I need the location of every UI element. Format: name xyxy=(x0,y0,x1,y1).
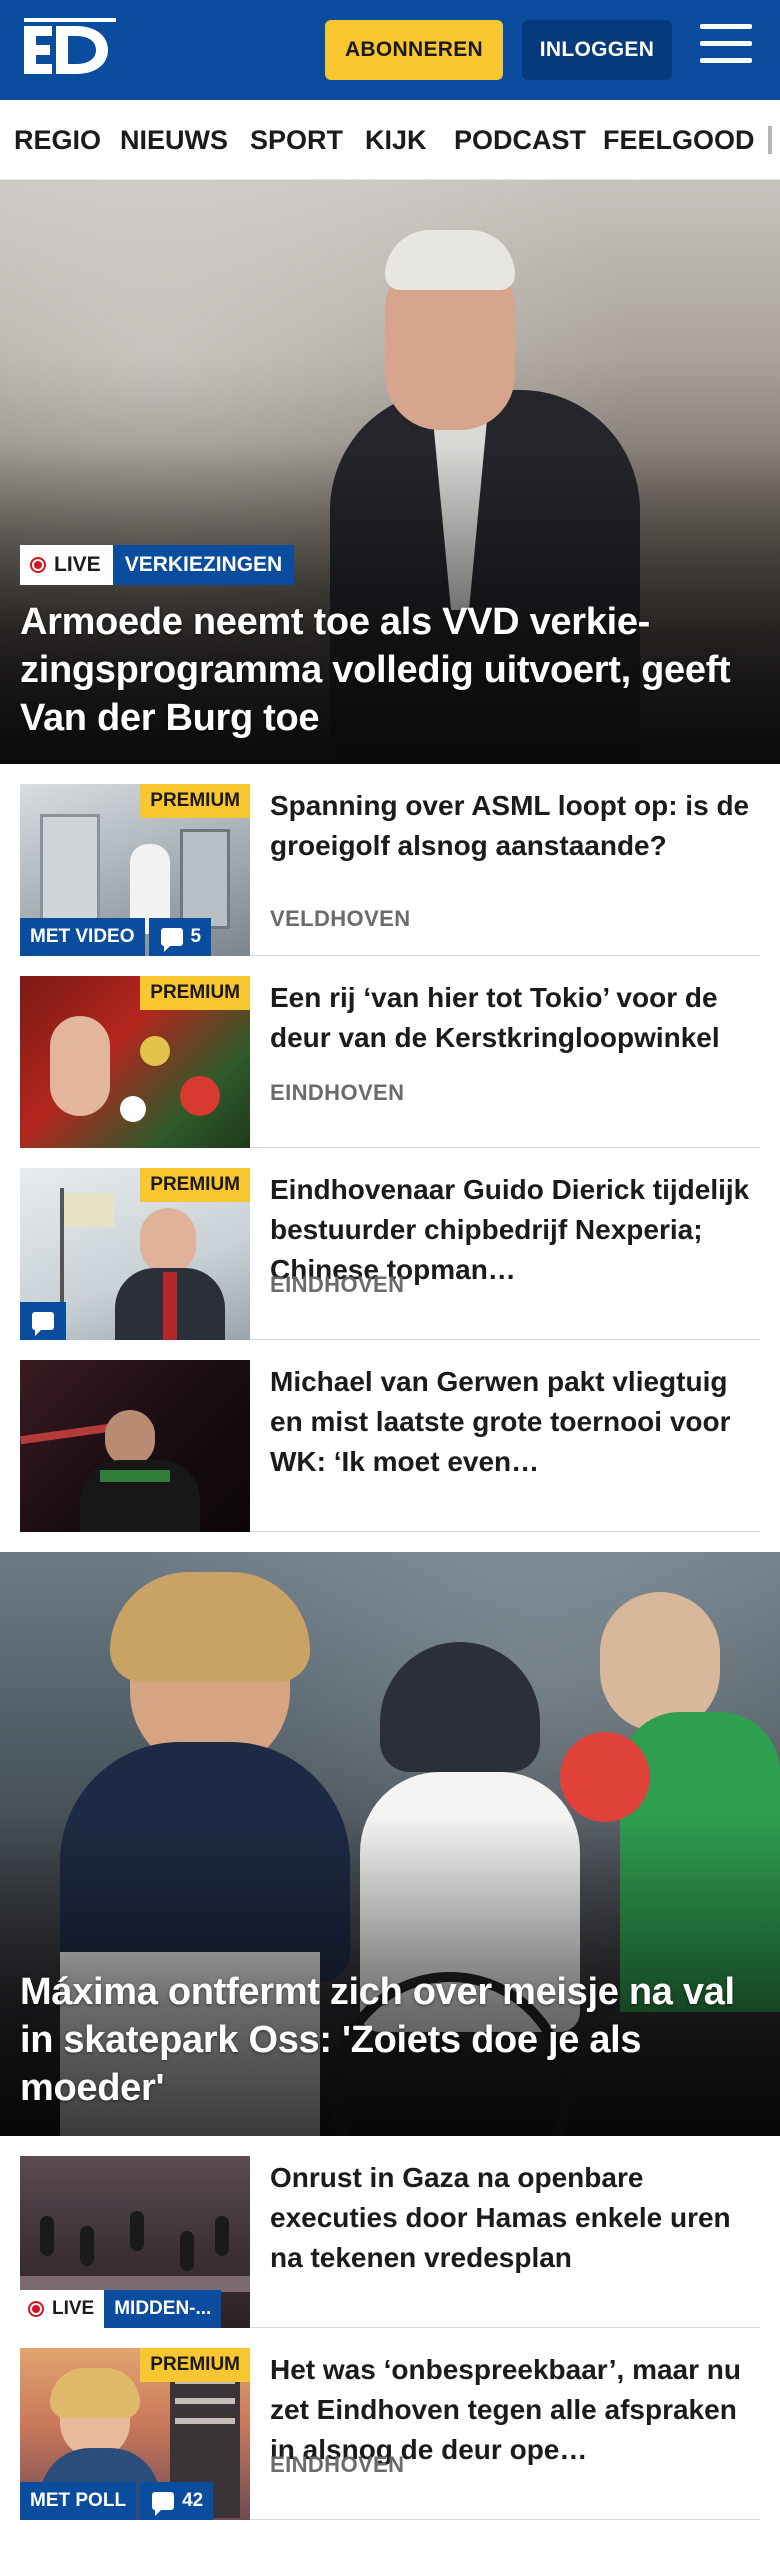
article-location: EINDHOVEN xyxy=(270,2452,405,2477)
hamburger-icon[interactable] xyxy=(700,24,752,72)
article-thumbnail: PREMIUM xyxy=(20,976,250,1148)
nav-item-regio[interactable]: REGIO xyxy=(14,100,101,179)
comment-bubble-icon xyxy=(152,2492,175,2516)
comment-bubble-icon xyxy=(160,928,183,952)
article-title[interactable]: Spanning over ASML loopt op: is de groei… xyxy=(270,786,760,866)
nav-item-kijk[interactable]: KIJK xyxy=(365,100,427,179)
article-item[interactable]: LIVE MIDDEN-... Onrust in Gaza na openba… xyxy=(20,2136,760,2328)
article-title[interactable]: Michael van Gerwen pakt vliegtuig en mis… xyxy=(270,1362,760,1482)
live-dot-icon xyxy=(28,2301,44,2317)
video-badge: MET VIDEO xyxy=(20,918,145,956)
login-button[interactable]: INLOGGEN xyxy=(522,20,672,80)
hero-article-elections[interactable]: LIVE VERKIEZINGEN Armoede neemt toe als … xyxy=(0,180,780,764)
premium-badge: PREMIUM xyxy=(140,2348,250,2382)
live-badge: LIVE xyxy=(20,2290,105,2328)
ed-logo[interactable] xyxy=(24,18,116,82)
premium-badge: PREMIUM xyxy=(140,784,250,818)
hero-badges: LIVE VERKIEZINGEN xyxy=(20,545,295,585)
subscribe-button[interactable]: ABONNEREN xyxy=(325,20,503,80)
nav-item-podcast[interactable]: PODCAST xyxy=(454,100,586,179)
hero-article-maxima[interactable]: Máxima ontfermt zich over meisje na val … xyxy=(0,1552,780,2136)
article-thumbnail: LIVE MIDDEN-... xyxy=(20,2156,250,2328)
nav-overflow-indicator xyxy=(768,126,772,154)
article-thumbnail xyxy=(20,1360,250,1532)
premium-badge: PREMIUM xyxy=(140,976,250,1010)
article-location: EINDHOVEN xyxy=(270,1080,405,1105)
article-item[interactable]: PREMIUM MET POLL 42 Het was ‘onbespreekb… xyxy=(20,2328,760,2520)
poll-badge: MET POLL xyxy=(20,2482,137,2520)
comments-badge: 5 xyxy=(148,918,212,956)
comment-bubble-icon xyxy=(32,1312,54,1336)
section-nav: REGIO NIEUWS SPORT KIJK PODCAST FEELGOOD xyxy=(0,100,780,180)
category-badge: MIDDEN-... xyxy=(104,2290,222,2328)
nav-item-feelgood[interactable]: FEELGOOD xyxy=(603,100,755,179)
article-location: EINDHOVEN xyxy=(270,1272,405,1297)
live-dot-icon xyxy=(30,557,46,573)
hero-headline[interactable]: Máxima ontfermt zich over meisje na val … xyxy=(20,1968,758,2112)
article-item[interactable]: PREMIUM Een rij ‘van hier tot Tokio’ voo… xyxy=(20,956,760,1148)
article-item[interactable]: Michael van Gerwen pakt vliegtuig en mis… xyxy=(20,1340,760,1532)
nav-item-sport[interactable]: SPORT xyxy=(250,100,343,179)
category-badge: VERKIEZINGEN xyxy=(112,545,295,585)
article-thumbnail: PREMIUM MET POLL 42 xyxy=(20,2348,250,2520)
comments-badge: 42 xyxy=(140,2482,214,2520)
comments-badge xyxy=(20,1302,66,1340)
hero-photo-hair xyxy=(385,230,515,290)
article-item[interactable]: PREMIUM MET VIDEO 5 Spanning over ASML l… xyxy=(20,764,760,956)
article-thumbnail: PREMIUM xyxy=(20,1168,250,1340)
premium-badge: PREMIUM xyxy=(140,1168,250,1202)
article-item[interactable]: PREMIUM Eindhovenaar Guido Dierick tijde… xyxy=(20,1148,760,1340)
live-badge: LIVE xyxy=(20,545,113,585)
article-location: VELDHOVEN xyxy=(270,906,411,931)
article-thumbnail: PREMIUM MET VIDEO 5 xyxy=(20,784,250,956)
article-title[interactable]: Een rij ‘van hier tot Tokio’ voor de deu… xyxy=(270,978,760,1058)
top-bar: ABONNEREN INLOGGEN xyxy=(0,0,780,100)
hero-headline[interactable]: Armoede neemt toe als VVD verkie­zingspr… xyxy=(20,598,758,742)
nav-item-nieuws[interactable]: NIEUWS xyxy=(120,100,228,179)
article-title[interactable]: Onrust in Gaza na openbare executies doo… xyxy=(270,2158,760,2278)
